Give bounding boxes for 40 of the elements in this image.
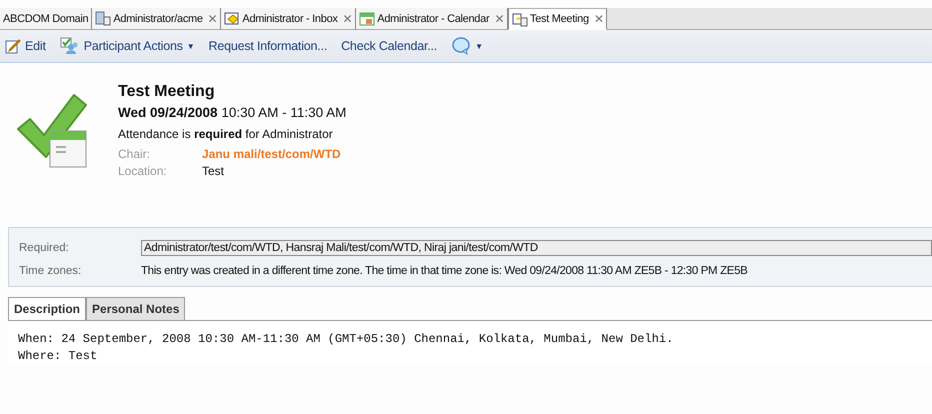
meeting-title: Test Meeting xyxy=(118,82,216,102)
section-tab[interactable]: Personal Notes xyxy=(86,297,186,320)
document-tab[interactable]: Administrator/acme ✕ xyxy=(92,8,222,30)
description-line: When: 24 September, 2008 10:30 AM-11:30 AM (GMT+05:30) Chennai, Kolkata, Mumbai, New Delhi. xyxy=(18,331,674,348)
meeting-date-time: Wed 09/24/2008 10:30 AM - 11:30 AM xyxy=(118,104,346,122)
tab-label: Administrator/acme xyxy=(113,12,203,24)
time-zone-note: This entry was created in a different time zone. The time in that time zone is: Wed 09/24/2008 11:30 AM ZE5B - 12:30 PM ZE5B xyxy=(141,265,748,277)
toolbar-button[interactable]: Participant Actions ▼ xyxy=(58,35,196,57)
field-label: Required: xyxy=(19,242,70,254)
toolbar-button[interactable]: Edit xyxy=(4,36,47,56)
chat-menu-button[interactable]: ▼ xyxy=(450,35,484,57)
document-stack-icon xyxy=(95,11,112,26)
tab-label: ABCDOM Domain xyxy=(3,12,88,24)
tab-label: Administrator - Calendar xyxy=(377,12,490,24)
field-label: Time zones: xyxy=(19,265,82,277)
speech-bubble-icon xyxy=(451,37,472,55)
document-tab[interactable]: Test Meeting ✕ xyxy=(508,8,608,30)
close-icon[interactable]: ✕ xyxy=(594,12,604,26)
document-tab[interactable]: Administrator - Calendar ✕ xyxy=(356,8,508,30)
field-label: Chair: xyxy=(118,147,152,161)
close-icon[interactable]: ✕ xyxy=(208,12,218,26)
required-attendees-field[interactable]: Administrator/test/com/WTD, Hansraj Mali/test/com/WTD, Niraj jani/test/com/WTD xyxy=(141,240,932,256)
people-icon xyxy=(60,37,80,55)
pencil-icon xyxy=(5,38,21,54)
document-icon xyxy=(512,12,528,26)
envelope-icon xyxy=(224,11,240,26)
document-tab[interactable]: Administrator - Inbox ✕ xyxy=(221,8,356,30)
section-tab[interactable]: Description xyxy=(8,297,86,320)
attendance-text: Attendance is required for Administrator xyxy=(118,126,334,143)
description-line: Where: Test xyxy=(18,348,98,365)
tab-label: Administrator - Inbox xyxy=(242,12,338,24)
tab-label: Test Meeting xyxy=(530,13,589,25)
toolbar-button[interactable]: Request Information... xyxy=(208,37,328,55)
close-icon[interactable]: ✕ xyxy=(342,12,352,26)
field-value: Test xyxy=(202,164,226,178)
document-tab[interactable]: ABCDOM Domain xyxy=(0,8,92,30)
field-label: Location: xyxy=(118,164,168,178)
close-icon[interactable]: ✕ xyxy=(494,12,504,26)
toolbar-button[interactable]: Check Calendar... xyxy=(340,37,438,55)
calendar-icon xyxy=(359,11,376,26)
